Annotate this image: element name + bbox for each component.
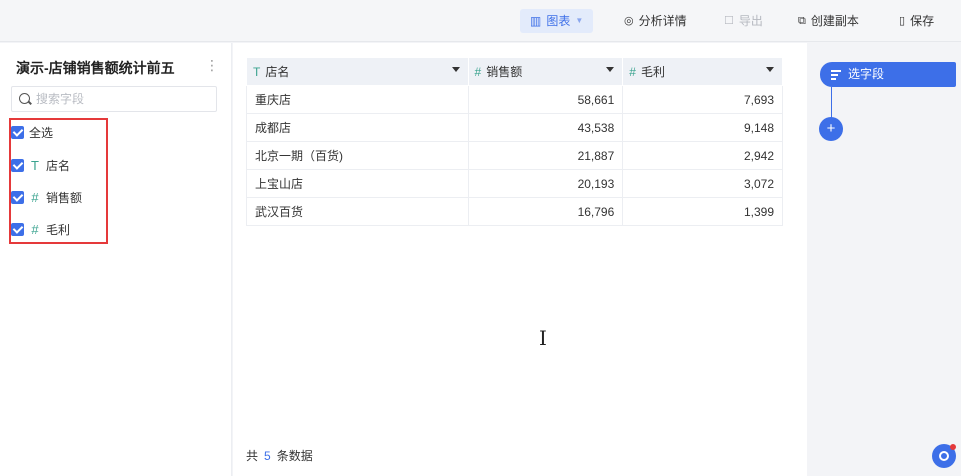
field-label: 销售额: [46, 190, 83, 205]
number-type-icon: #: [31, 189, 39, 205]
cell-sales: 20,193: [468, 169, 624, 198]
checkbox-checked-icon: [11, 222, 24, 236]
dropdown-caret-icon[interactable]: [606, 67, 615, 72]
cell-sales: 43,538: [468, 113, 624, 142]
cell-store-name: 重庆店: [246, 85, 469, 114]
connector-line: [831, 87, 832, 119]
dropdown-caret-icon[interactable]: [766, 67, 774, 72]
row-count-suffix: 条数据: [276, 449, 313, 463]
row-count-footer: 共 5 条数据: [246, 447, 313, 464]
cell-store-name: 上宝山店: [246, 169, 469, 198]
dataset-title: 演示-店铺销售额统计前五: [16, 60, 175, 76]
text-type-icon: T: [31, 157, 39, 173]
checkbox-checked-icon: [11, 158, 24, 172]
more-options-icon[interactable]: ⋮: [205, 57, 219, 73]
cell-gross-profit: 7,693: [622, 85, 783, 114]
cell-store-name: 北京一期（百货): [246, 141, 469, 170]
number-type-icon: #: [474, 65, 482, 79]
export-button[interactable]: ☐ 导出: [718, 9, 769, 33]
cell-gross-profit: 1,399: [622, 197, 783, 226]
analysis-icon: ◎: [624, 15, 634, 27]
field-item-store-name[interactable]: T 店名: [11, 156, 70, 174]
field-label: 店名: [46, 158, 71, 173]
cell-store-name: 成都店: [246, 113, 469, 142]
chart-type-button[interactable]: ▥ 图表 ▼: [520, 9, 594, 33]
process-panel: 选字段 +: [807, 43, 961, 476]
column-header-sales[interactable]: # 销售额: [467, 57, 624, 86]
table-row: 北京一期（百货) 21,887 2,942: [246, 141, 783, 170]
text-cursor-icon: I: [539, 326, 547, 350]
help-chat-button[interactable]: [932, 444, 956, 468]
column-header-gross-profit[interactable]: # 毛利: [622, 57, 783, 86]
plus-icon: +: [826, 120, 836, 137]
select-all-label: 全选: [29, 125, 54, 140]
save-button[interactable]: ▯ 保存: [893, 9, 940, 33]
field-search: [11, 86, 217, 112]
cell-store-name: 武汉百货: [246, 197, 469, 226]
row-count-value: 5: [264, 449, 271, 463]
analysis-detail-button[interactable]: ◎ 分析详情: [618, 9, 693, 33]
create-copy-label: 创建副本: [810, 14, 859, 28]
row-count-prefix: 共: [246, 449, 259, 463]
list-filter-icon: [831, 70, 841, 80]
checkbox-checked-icon: [11, 125, 24, 139]
select-field-node[interactable]: 选字段: [820, 62, 956, 87]
table-row: 武汉百货 16,796 1,399: [246, 197, 783, 226]
chart-icon: ▥: [530, 14, 542, 28]
dropdown-caret-icon[interactable]: [451, 67, 460, 72]
search-icon: [19, 93, 30, 104]
column-label: 毛利: [640, 65, 665, 79]
save-icon: ▯: [899, 15, 906, 27]
search-input[interactable]: [36, 90, 206, 108]
field-item-sales[interactable]: # 销售额: [11, 188, 82, 206]
cell-sales: 21,887: [468, 141, 624, 170]
analysis-detail-label: 分析详情: [638, 14, 687, 28]
data-table: T 店名 # 销售额 # 毛利 重庆店 58,661 7,693 成都店 43,…: [246, 57, 783, 226]
field-panel: 演示-店铺销售额统计前五 ⋮ 全选 T 店名 # 销售额 # 毛利: [0, 43, 232, 476]
cell-gross-profit: 2,942: [622, 141, 783, 170]
notification-dot: [950, 444, 956, 450]
top-toolbar: ▥ 图表 ▼ ◎ 分析详情 ☐ 导出 ⧉ 创建副本 ▯ 保存: [0, 0, 961, 42]
data-preview-area: T 店名 # 销售额 # 毛利 重庆店 58,661 7,693 成都店 43,…: [233, 43, 807, 476]
number-type-icon: #: [31, 221, 39, 237]
chart-type-label: 图表: [546, 14, 571, 28]
table-row: 成都店 43,538 9,148: [246, 113, 783, 142]
table-header-row: T 店名 # 销售额 # 毛利: [246, 57, 783, 86]
export-icon: ☐: [724, 15, 734, 27]
select-field-label: 选字段: [848, 67, 885, 81]
text-type-icon: T: [253, 65, 261, 79]
column-header-store-name[interactable]: T 店名: [246, 57, 469, 86]
checkbox-checked-icon: [11, 190, 24, 204]
field-item-gross-profit[interactable]: # 毛利: [11, 220, 70, 238]
export-label: 导出: [738, 14, 763, 28]
create-copy-button[interactable]: ⧉ 创建副本: [792, 9, 865, 33]
add-step-button[interactable]: +: [819, 117, 843, 141]
copy-icon: ⧉: [798, 15, 806, 27]
field-label: 毛利: [46, 222, 71, 237]
cell-sales: 58,661: [468, 85, 624, 114]
select-all-checkbox[interactable]: 全选: [11, 123, 53, 141]
save-label: 保存: [910, 14, 935, 28]
cell-gross-profit: 3,072: [622, 169, 783, 198]
cell-gross-profit: 9,148: [622, 113, 783, 142]
chevron-down-icon: ▼: [575, 16, 584, 25]
column-label: 销售额: [486, 65, 523, 79]
column-label: 店名: [265, 65, 290, 79]
table-row: 重庆店 58,661 7,693: [246, 85, 783, 114]
number-type-icon: #: [629, 65, 636, 79]
cell-sales: 16,796: [468, 197, 624, 226]
table-row: 上宝山店 20,193 3,072: [246, 169, 783, 198]
